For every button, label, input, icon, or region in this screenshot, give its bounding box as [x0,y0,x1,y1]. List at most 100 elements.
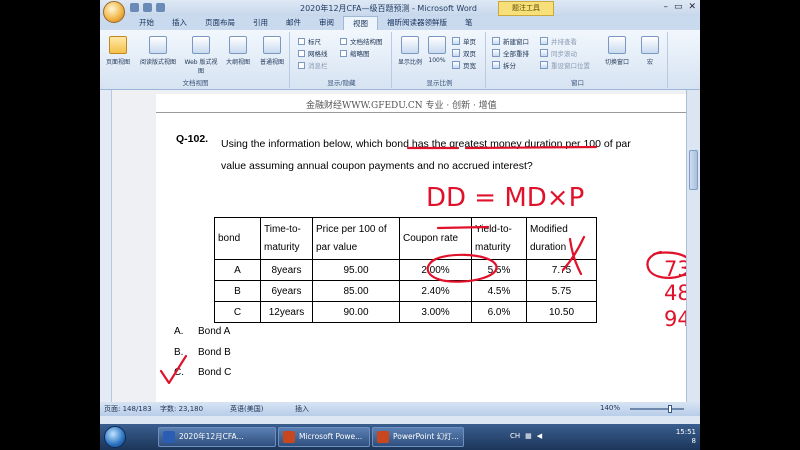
tab-references[interactable]: 引用 [244,16,277,30]
outline-icon [229,36,247,54]
zoom-button[interactable]: 显示比例 [394,36,426,66]
status-zoom[interactable]: 140% [600,404,620,412]
taskbar-item-powerpoint-1[interactable]: Microsoft Powe... [278,427,370,447]
print-layout-button[interactable]: 页面视图 [102,36,134,66]
table-cell: 95.00 [312,259,400,281]
document-page[interactable]: 金融财经WWW.GFEDU.CN 专业 · 创新 · 增值 Q-102. Usi… [156,94,696,406]
start-button[interactable] [104,426,126,448]
redo-icon[interactable] [156,3,165,12]
circle-duration-a [646,250,693,279]
table-header-row: bond Time-to-maturity Price per 100 of p… [214,217,597,260]
network-icon[interactable]: ▦ [525,432,532,440]
web-layout-button[interactable]: Web 版式视图 [182,36,220,75]
gridlines-checkbox[interactable]: 网格线 [298,48,328,58]
tab-pen[interactable]: 笔 [456,16,482,30]
switch-window-button[interactable]: 切换窗口 [600,36,634,66]
status-page[interactable]: 页面: 148/183 [104,404,152,414]
word-icon [163,431,175,443]
table-cell: 7.75 [526,259,597,281]
zoom-knob[interactable] [668,405,672,413]
tab-mailings[interactable]: 邮件 [277,16,310,30]
caption-tools-tab[interactable]: 题注工具 [498,1,554,16]
scroll-thumb[interactable] [689,150,698,190]
group-label: 显示比例 [426,79,453,87]
maximize-icon[interactable]: ▭ [674,2,683,12]
one-page-button[interactable]: 单页 [452,36,476,46]
ribbon-tabs: 开始 插入 页面布局 引用 邮件 审阅 视图 福昕阅读器领鲜版 笔 [100,16,700,30]
table-cell: A [214,259,261,281]
reading-layout-icon [149,36,167,54]
tab-insert[interactable]: 插入 [163,16,196,30]
table-cell: 6.0% [471,301,527,323]
draft-icon [263,36,281,54]
side-by-side-button[interactable]: 并排查看 [540,36,577,46]
table-cell: 10.50 [526,301,597,323]
zoom-100-button[interactable]: 100% [424,36,450,64]
macros-button[interactable]: 宏 [636,36,664,66]
status-mode[interactable]: 插入 [295,404,309,414]
header-rule [156,112,696,113]
tab-page-layout[interactable]: 页面布局 [196,16,244,30]
doc-map-checkbox[interactable]: 文档结构图 [340,36,383,46]
sync-scroll-button[interactable]: 同步滚动 [540,48,577,58]
header-modified-duration: Modified duration [526,217,597,260]
reading-layout-button[interactable]: 阅读版式视图 [138,36,178,66]
question-text: Using the information below, which bond … [221,138,631,172]
tab-view[interactable]: 视图 [343,16,378,30]
page-width-button[interactable]: 页宽 [452,60,476,70]
status-language[interactable]: 英语(美国) [230,404,263,414]
draft-button[interactable]: 普通视图 [256,36,288,66]
tab-foxit[interactable]: 福昕阅读器领鲜版 [378,16,456,30]
header-ytm: Yield-to-maturity [471,217,527,260]
reset-window-button[interactable]: 重设窗口位置 [540,60,590,70]
table-cell: C [214,301,261,323]
page-100-icon [428,36,446,54]
table-cell: 12years [260,301,313,323]
split-button[interactable]: 拆分 [492,60,516,70]
group-document-views: 页面视图 阅读版式视图 Web 版式视图 大纲视图 普通视图 文档视图 [102,32,290,88]
thumbnails-checkbox[interactable]: 缩略图 [340,48,370,58]
taskbar-item-word[interactable]: 2020年12月CFA... [158,427,276,447]
minimize-icon[interactable]: – [663,2,668,12]
two-pages-button[interactable]: 双页 [452,48,476,58]
input-language[interactable]: CH [510,432,520,440]
undo-icon[interactable] [143,3,152,12]
table-cell: 6years [260,280,313,302]
close-icon[interactable]: ✕ [688,2,696,12]
zoom-slider[interactable] [630,405,684,413]
status-words[interactable]: 字数: 23,180 [160,404,203,414]
system-tray: CH ▦ ◀ [510,432,542,440]
ruler-checkbox[interactable]: 标尺 [298,36,321,46]
taskbar: 2020年12月CFA... Microsoft Powe... PowerPo… [100,424,700,450]
group-zoom: 显示比例 100% 单页 双页 页宽 显示比例 [394,32,486,88]
option-a: A. Bond A [174,326,231,337]
window-title: 2020年12月CFA—级百题预测 - Microsoft Word [300,4,477,13]
new-window-button[interactable]: 新建窗口 [492,36,529,46]
save-icon[interactable] [130,3,139,12]
option-c: C. Bond C [174,367,232,378]
switch-window-icon [608,36,626,54]
table-cell: 90.00 [312,301,400,323]
message-bar-checkbox[interactable]: 消息栏 [298,60,328,70]
tab-review[interactable]: 审阅 [310,16,343,30]
title-bar: 2020年12月CFA—级百题预测 - Microsoft Word 题注工具 … [100,0,700,16]
table-cell: 5.5% [471,259,527,281]
taskbar-item-powerpoint-2[interactable]: PowerPoint 幻灯... [372,427,464,447]
header-coupon-rate: Coupon rate [399,217,472,260]
vertical-scrollbar[interactable] [686,90,700,402]
table-cell: 2.40% [399,280,472,302]
tab-home[interactable]: 开始 [130,16,163,30]
clock[interactable]: 15:51 8 [676,428,696,446]
formula-annotation: DD = MD×P [426,183,584,213]
office-button[interactable] [103,1,125,23]
outline-button[interactable]: 大纲视图 [222,36,254,66]
group-label: 文档视图 [182,79,209,87]
arrange-all-button[interactable]: 全部重排 [492,48,529,58]
ribbon: 页面视图 阅读版式视图 Web 版式视图 大纲视图 普通视图 文档视图 标尺 网… [100,30,700,90]
page-header: 金融财经WWW.GFEDU.CN 专业 · 创新 · 增值 [306,101,497,111]
status-bar: 页面: 148/183 字数: 23,180 英语(美国) 插入 140% [100,402,700,416]
table-cell: 5.75 [526,280,597,302]
volume-icon[interactable]: ◀ [537,432,542,440]
header-bond: bond [214,217,261,260]
group-label: 显示/隐藏 [327,79,356,87]
